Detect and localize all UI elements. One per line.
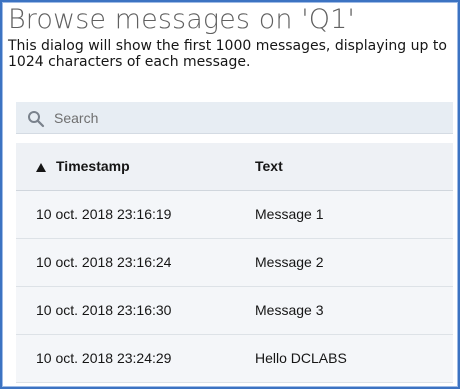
- table-row[interactable]: 10 oct. 2018 23:16:19 Message 1: [16, 191, 453, 239]
- table-row[interactable]: 10 oct. 2018 23:16:24 Message 2: [16, 239, 453, 287]
- row-text: Message 2: [255, 254, 324, 270]
- row-text: Message 3: [255, 302, 324, 318]
- search-input[interactable]: [54, 102, 444, 133]
- dialog-title: Browse messages on 'Q1': [8, 4, 355, 35]
- table-row[interactable]: 10 oct. 2018 23:24:29 Hello DCLABS: [16, 335, 453, 383]
- row-timestamp: 10 oct. 2018 23:24:29: [36, 350, 172, 366]
- row-timestamp: 10 oct. 2018 23:16:19: [36, 206, 172, 222]
- dialog-description: This dialog will show the first 1000 mes…: [8, 38, 447, 70]
- table-row[interactable]: 10 oct. 2018 23:16:30 Message 3: [16, 287, 453, 335]
- column-header-timestamp-label: Timestamp: [56, 158, 130, 174]
- search-icon: [28, 111, 45, 128]
- row-timestamp: 10 oct. 2018 23:16:24: [36, 254, 172, 270]
- column-header-text[interactable]: Text: [255, 143, 283, 190]
- table-header-row: Timestamp Text: [16, 143, 453, 191]
- sort-ascending-icon: [36, 163, 46, 172]
- row-text: Hello DCLABS: [255, 350, 347, 366]
- search-bar[interactable]: [16, 102, 453, 134]
- row-timestamp: 10 oct. 2018 23:16:30: [36, 302, 172, 318]
- browse-messages-dialog: Browse messages on 'Q1' This dialog will…: [0, 0, 460, 389]
- row-text: Message 1: [255, 206, 324, 222]
- messages-table: Timestamp Text 10 oct. 2018 23:16:19 Mes…: [16, 143, 453, 383]
- column-header-timestamp[interactable]: Timestamp: [36, 143, 130, 190]
